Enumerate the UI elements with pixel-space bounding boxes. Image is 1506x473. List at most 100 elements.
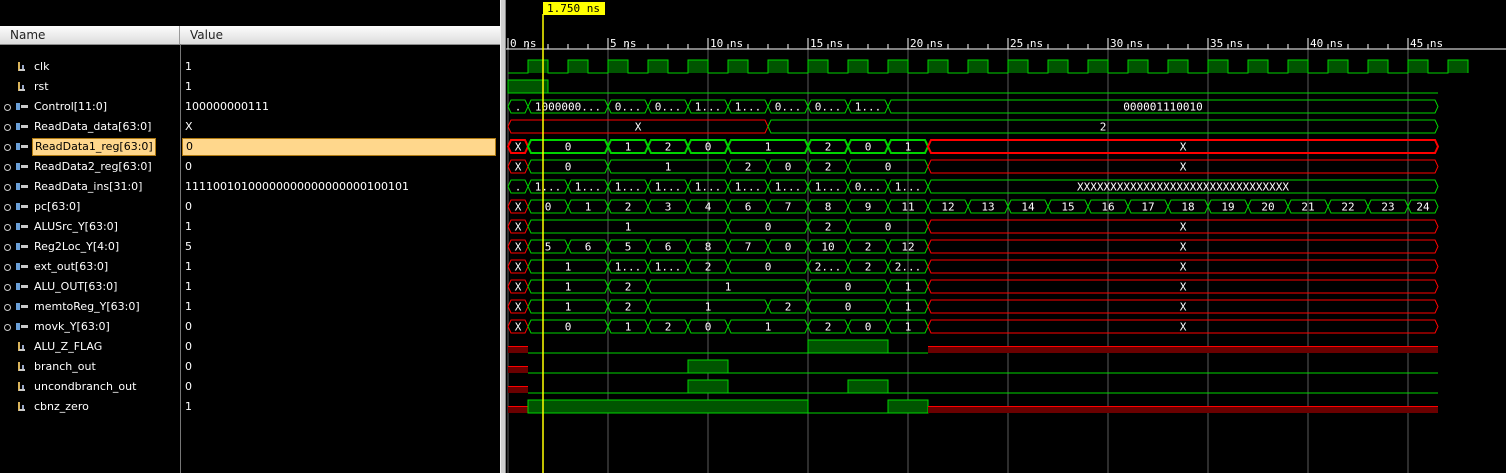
- high-segment: [527, 399, 809, 414]
- signal-name: uncondbranch_out: [34, 380, 137, 393]
- bus-icon: [16, 123, 28, 130]
- signal-row[interactable]: ALU_Z_FLAG 0: [0, 337, 500, 357]
- signal-row[interactable]: ReadData_ins[31:0] 1111001010000000000000…: [0, 177, 500, 197]
- expand-icon[interactable]: [4, 304, 11, 311]
- signal-value: 0: [185, 380, 192, 393]
- signal-name: ALU_OUT[63:0]: [34, 280, 118, 293]
- bus-value-label: X: [515, 221, 522, 234]
- signal-row[interactable]: memtoReg_Y[63:0] 1: [0, 297, 500, 317]
- signal-row[interactable]: pc[63:0] 0: [0, 197, 500, 217]
- signal-value: 0: [185, 160, 192, 173]
- clock-high-segment: [848, 60, 868, 73]
- clock-high-segment: [1288, 60, 1308, 73]
- signal-row[interactable]: clk 1: [0, 57, 500, 77]
- signal-trace: X 1 2 1 2 0 1 X: [507, 299, 1439, 314]
- bus-value-label: 20: [1261, 201, 1274, 214]
- bus-value-label: 5: [545, 241, 552, 254]
- time-label: 5 ns: [610, 37, 637, 50]
- signal-row[interactable]: ALU_OUT[63:0] 1: [0, 277, 500, 297]
- bus-value-label: 7: [785, 201, 792, 214]
- signal-row[interactable]: ALUSrc_Y[63:0] 1: [0, 217, 500, 237]
- bus-value-label: 2: [825, 141, 832, 154]
- signal-panel: Name Value clk 1 rst 1 Control[11:0] 10000000…: [0, 0, 500, 473]
- bus-value-label: 1...: [615, 261, 642, 274]
- signal-name-cell: Control[11:0]: [0, 97, 180, 117]
- bus-value-label: 0: [885, 161, 892, 174]
- signal-row[interactable]: uncondbranch_out 0: [0, 377, 500, 397]
- signal-trace: [508, 59, 1469, 74]
- signal-trace: [508, 379, 1438, 394]
- expand-icon[interactable]: [4, 144, 11, 151]
- signal-row[interactable]: ReadData1_reg[63:0] 0: [0, 137, 500, 157]
- bus-value-label: 1...: [735, 101, 762, 114]
- bus-value-label: 13: [981, 201, 994, 214]
- expand-icon[interactable]: [4, 124, 11, 131]
- time-label: 10 ns: [710, 37, 743, 50]
- bus-value-label: 1: [565, 301, 572, 314]
- bus-value-label: 16: [1101, 201, 1114, 214]
- bus-value-label: 14: [1021, 201, 1035, 214]
- signal-value: 1: [185, 280, 192, 293]
- wire-icon: [18, 62, 25, 71]
- bus-value-label: 1: [905, 141, 912, 154]
- signal-row[interactable]: Control[11:0] 100000000111: [0, 97, 500, 117]
- bus-icon: [16, 103, 28, 110]
- signal-row[interactable]: Reg2Loc_Y[4:0] 5: [0, 237, 500, 257]
- signal-row[interactable]: branch_out 0: [0, 357, 500, 377]
- signal-row[interactable]: ReadData2_reg[63:0] 0: [0, 157, 500, 177]
- waveform-view[interactable]: 0 ns 5 ns 10 ns 15 ns 20 ns 25 ns 30 ns 35 ns 40…: [506, 0, 1506, 473]
- value-column-header[interactable]: Value: [180, 26, 500, 44]
- bus-value-label: 0...: [775, 101, 802, 114]
- signal-name-cell: branch_out: [0, 357, 180, 377]
- bus-value-label: X: [635, 121, 642, 134]
- signal-row[interactable]: movk_Y[63:0] 0: [0, 317, 500, 337]
- bus-value-label: X: [1180, 261, 1187, 274]
- bus-value-label: X: [1180, 161, 1187, 174]
- bus-value-label: 8: [825, 201, 832, 214]
- expand-icon[interactable]: [4, 224, 11, 231]
- name-column-header[interactable]: Name: [0, 26, 180, 44]
- clock-high-segment: [1368, 60, 1388, 73]
- signal-name-cell: ext_out[63:0]: [0, 257, 180, 277]
- bus-value-label: 2...: [895, 261, 922, 274]
- signal-name: ReadData1_reg[63:0]: [32, 138, 156, 156]
- bus-value-label: 0: [785, 161, 792, 174]
- signal-value: 0: [185, 340, 192, 353]
- signal-name: clk: [34, 60, 50, 73]
- unknown-segment: [508, 346, 528, 353]
- signal-row[interactable]: ext_out[63:0] 1: [0, 257, 500, 277]
- signal-row[interactable]: cbnz_zero 1: [0, 397, 500, 417]
- expand-icon[interactable]: [4, 204, 11, 211]
- bus-value-label: 10: [821, 241, 834, 254]
- wire-icon: [18, 342, 25, 351]
- bus-value-label: X: [515, 301, 522, 314]
- signal-name: ReadData_data[63:0]: [34, 120, 152, 133]
- bus-icon: [16, 163, 28, 170]
- signal-trace: X2: [507, 119, 1439, 134]
- signal-row[interactable]: rst 1: [0, 77, 500, 97]
- bus-value-label: 1...: [655, 181, 682, 194]
- bus-value-label: 1: [725, 281, 732, 294]
- bus-value-label: 1...: [535, 181, 562, 194]
- signal-row[interactable]: ReadData_data[63:0] X: [0, 117, 500, 137]
- expand-icon[interactable]: [4, 264, 11, 271]
- expand-icon[interactable]: [4, 104, 11, 111]
- expand-icon[interactable]: [4, 244, 11, 251]
- bus-icon: [16, 263, 28, 270]
- expand-icon[interactable]: [4, 284, 11, 291]
- expand-icon[interactable]: [4, 184, 11, 191]
- bus-value-label: 1: [765, 321, 772, 334]
- clock-high-segment: [608, 60, 628, 73]
- bus-value-label: 0: [765, 221, 772, 234]
- wire-icon: [18, 82, 25, 91]
- bus-value-label: 1...: [695, 101, 722, 114]
- clock-high-segment: [1448, 60, 1468, 73]
- bus-value-label: 0: [705, 141, 712, 154]
- clock-high-segment: [1128, 60, 1148, 73]
- expand-icon[interactable]: [4, 164, 11, 171]
- bus-value-label: 12: [901, 241, 914, 254]
- signal-value: 0: [185, 360, 192, 373]
- bus-value-label: 0: [885, 221, 892, 234]
- expand-icon[interactable]: [4, 324, 11, 331]
- bus-value-label: 2: [825, 321, 832, 334]
